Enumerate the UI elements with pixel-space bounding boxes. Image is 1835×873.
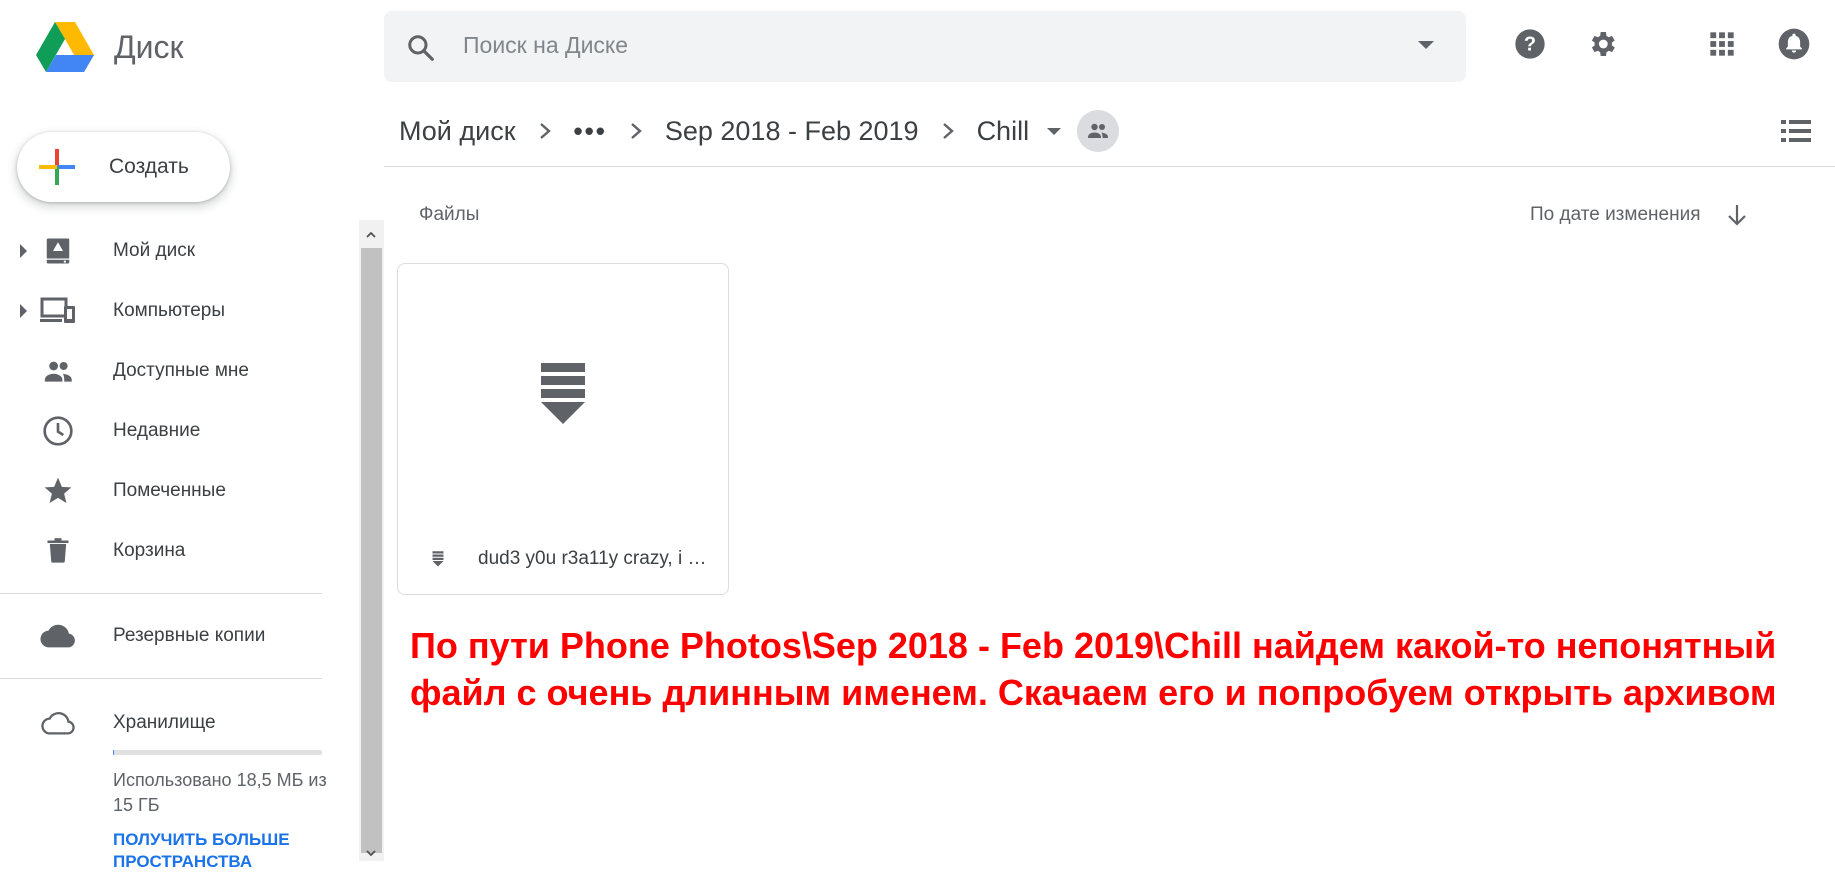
current-folder-label: Chill	[976, 115, 1030, 146]
sidebar-item-label: Помеченные	[113, 480, 226, 501]
breadcrumb-more[interactable]: •••	[574, 116, 607, 147]
recent-clock-icon	[43, 416, 73, 446]
archive-icon	[541, 363, 585, 424]
settings-icon[interactable]	[1586, 28, 1618, 60]
search-options-chevron-icon[interactable]	[1418, 41, 1434, 49]
chevron-right-icon	[538, 121, 552, 141]
sidebar-item-label: Хранилище	[113, 712, 216, 733]
storage-usage-text: Использовано 18,5 МБ из 15 ГБ	[113, 770, 327, 815]
sort-control[interactable]: По дате изменения	[1530, 203, 1748, 227]
breadcrumb-current-folder[interactable]: Chill	[977, 116, 1062, 147]
notifications-icon[interactable]	[1778, 28, 1810, 60]
scroll-up-arrow-icon[interactable]	[366, 230, 376, 240]
create-button[interactable]: Создать	[17, 132, 230, 202]
file-card[interactable]: dud3 y0u r3a11y crazy, i …	[397, 263, 729, 595]
google-drive-logo-icon	[36, 22, 94, 72]
file-preview	[398, 264, 728, 524]
sidebar-item-label: Компьютеры	[113, 300, 225, 321]
apps-grid-icon[interactable]	[1708, 30, 1736, 58]
my-drive-icon	[46, 238, 70, 264]
search-bar[interactable]: Поиск на Диске	[384, 11, 1466, 82]
chevron-right-icon	[629, 121, 643, 141]
sidebar-item-label: Резервные копии	[113, 625, 266, 646]
breadcrumb: Мой диск ••• Sep 2018 - Feb 2019 Chill	[399, 108, 1120, 154]
folder-menu-chevron-icon[interactable]	[1047, 127, 1062, 135]
storage-usage-fill	[113, 750, 115, 755]
scrollbar-thumb[interactable]	[361, 248, 382, 853]
trash-icon	[47, 538, 69, 563]
annotation-text: По пути Phone Photos\Sep 2018 - Feb 2019…	[410, 625, 1777, 713]
list-view-icon[interactable]	[1781, 118, 1811, 144]
shared-folder-button[interactable]	[1077, 110, 1120, 152]
sidebar-item-backups[interactable]: Резервные копии	[0, 611, 322, 661]
sidebar-item-trash[interactable]: Корзина	[0, 526, 322, 576]
sidebar-item-label: Мой диск	[113, 240, 196, 261]
archive-small-icon	[432, 551, 444, 567]
sidebar-item-label: Доступные мне	[113, 360, 249, 381]
sidebar-item-label: Корзина	[113, 540, 186, 561]
expand-arrow-icon[interactable]	[20, 244, 27, 258]
app-title: Диск	[114, 28, 184, 65]
file-name-row: dud3 y0u r3a11y crazy, i …	[398, 534, 728, 584]
sort-label[interactable]: По дате изменения	[1530, 204, 1700, 226]
starred-icon	[44, 477, 72, 503]
expand-arrow-icon[interactable]	[20, 304, 27, 318]
breadcrumb-parent-folder[interactable]: Sep 2018 - Feb 2019	[665, 116, 919, 147]
computers-icon	[40, 297, 75, 323]
sidebar-item-computers[interactable]: Компьютеры	[0, 286, 322, 336]
create-button-label: Создать	[109, 155, 189, 178]
sidebar-item-recent[interactable]: Недавние	[0, 406, 322, 456]
shared-with-me-icon	[44, 361, 72, 382]
sidebar-scrollbar[interactable]	[359, 220, 384, 861]
sidebar-item-starred[interactable]: Помеченные	[0, 466, 322, 516]
files-section-title: Файлы	[419, 204, 480, 225]
drive-logo[interactable]: Диск	[36, 22, 184, 72]
get-more-storage-link[interactable]: ПОЛУЧИТЬ БОЛЬШЕ ПРОСТРАНСТВА	[113, 829, 323, 873]
sidebar-divider	[0, 593, 322, 594]
sidebar-item-storage[interactable]: Хранилище	[0, 698, 322, 748]
sidebar-item-my-drive[interactable]: Мой диск	[0, 226, 322, 276]
svg-text:?: ?	[1524, 34, 1536, 56]
people-icon	[1088, 123, 1109, 138]
scroll-down-arrow-icon[interactable]	[366, 848, 376, 858]
search-icon[interactable]	[406, 33, 436, 63]
cloud-icon	[40, 624, 75, 648]
search-input[interactable]: Поиск на Диске	[463, 32, 628, 59]
header-divider	[384, 166, 1835, 167]
plus-icon	[39, 149, 75, 185]
arrow-down-icon[interactable]	[1726, 203, 1748, 227]
help-icon[interactable]: ?	[1514, 28, 1546, 60]
sidebar-item-shared-with-me[interactable]: Доступные мне	[0, 346, 322, 396]
sidebar-item-label: Недавние	[113, 420, 201, 441]
chevron-right-icon	[941, 121, 955, 141]
breadcrumb-my-drive[interactable]: Мой диск	[399, 116, 516, 147]
storage-usage-bar	[113, 750, 322, 755]
cloud-outline-icon	[41, 712, 75, 735]
file-name: dud3 y0u r3a11y crazy, i …	[478, 548, 707, 569]
sidebar-divider	[0, 678, 322, 679]
